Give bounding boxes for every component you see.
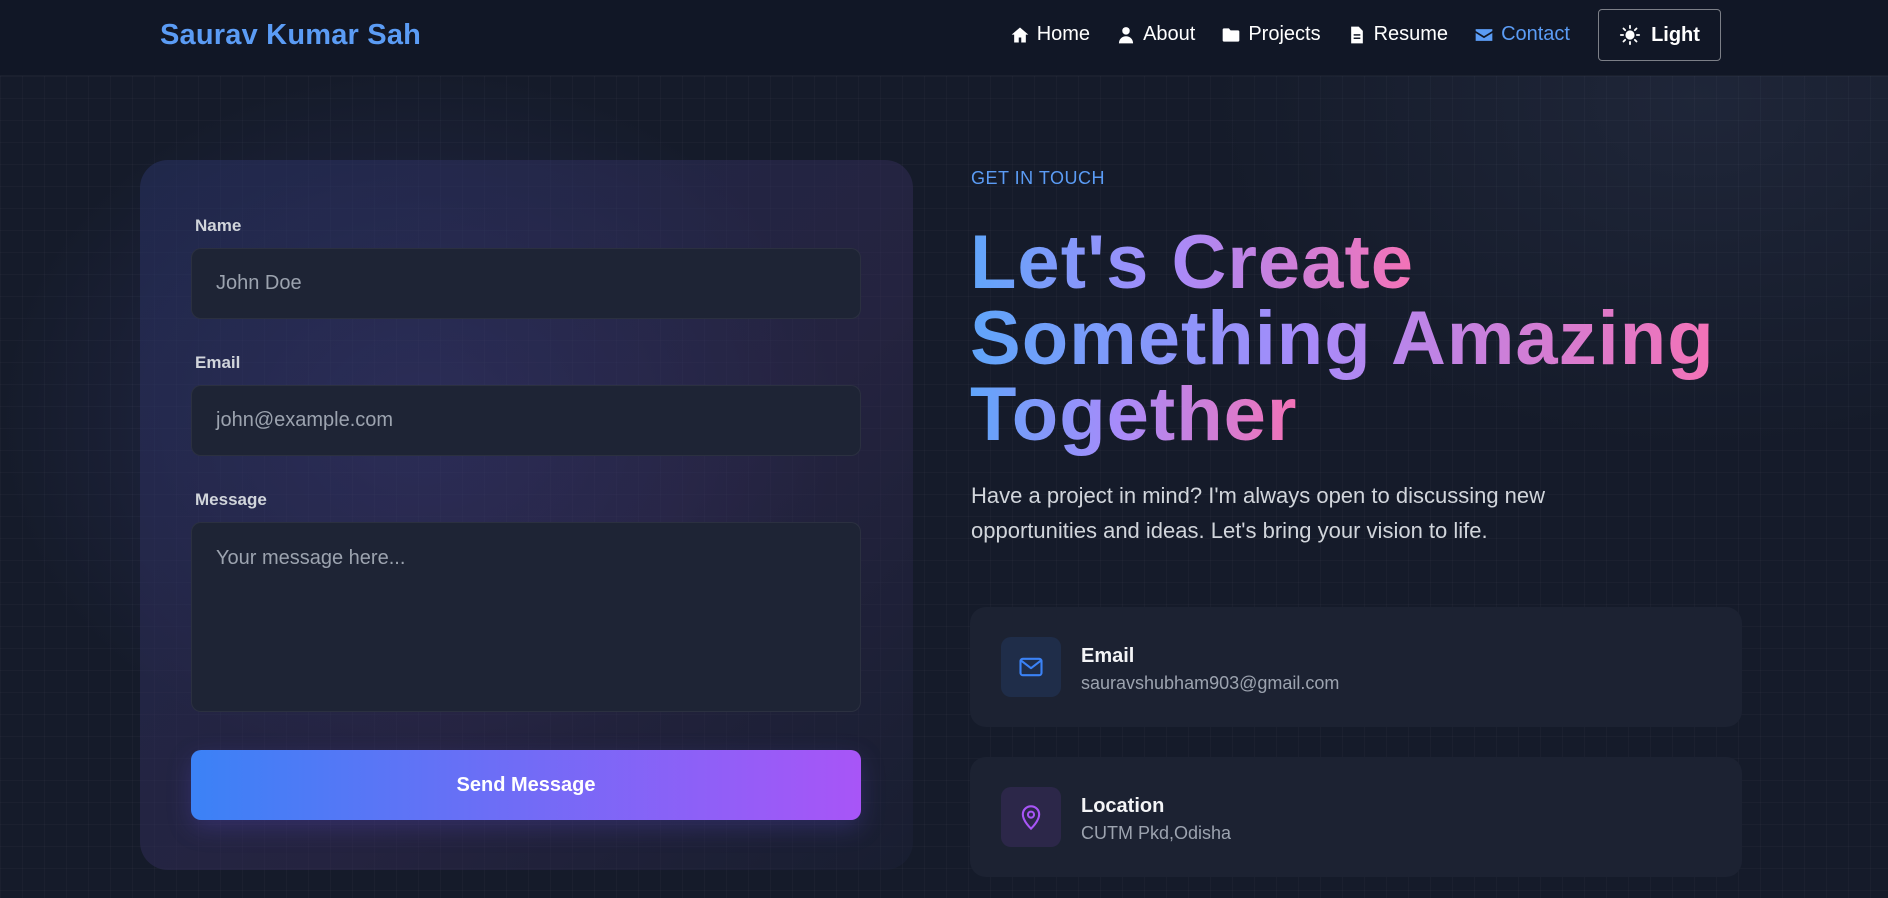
headline-line-2: Something Amazing <box>970 296 1715 381</box>
brand-logo[interactable]: Saurav Kumar Sah <box>160 19 421 52</box>
nav-item-label: Home <box>1036 23 1091 45</box>
theme-toggle-label: Light <box>1651 23 1700 46</box>
folder-icon <box>1222 27 1240 42</box>
nav-item-projects[interactable]: Projects <box>1221 23 1321 46</box>
message-placeholder: Your message here... <box>216 547 406 569</box>
document-icon <box>1350 26 1363 43</box>
email-icon-badge <box>1001 637 1061 697</box>
headline-line-1: Let's Create <box>970 220 1415 305</box>
eyebrow-label: GET IN TOUCH <box>971 168 1106 188</box>
hero-headline: Let's Create Something Amazing Together <box>970 225 1750 453</box>
contact-card-email: Email sauravshubham903@gmail.com <box>970 607 1742 727</box>
name-input[interactable]: John Doe <box>191 248 861 319</box>
sun-icon <box>1619 24 1641 46</box>
contact-card-title: Email <box>1081 645 1135 667</box>
envelope-icon <box>1475 28 1493 41</box>
nav-item-home[interactable]: Home <box>1010 23 1090 46</box>
name-placeholder: John Doe <box>216 272 302 294</box>
home-icon <box>1011 27 1029 42</box>
user-icon <box>1118 26 1134 43</box>
map-pin-icon <box>1021 805 1041 831</box>
nav-item-label: Contact <box>1501 23 1570 45</box>
nav-item-resume[interactable]: Resume <box>1347 23 1448 46</box>
nav-item-label: Projects <box>1248 23 1321 45</box>
send-message-button[interactable]: Send Message <box>191 750 861 820</box>
contact-card-value[interactable]: sauravshubham903@gmail.com <box>1081 673 1339 694</box>
headline-line-3: Together <box>970 372 1298 457</box>
nav-item-label: About <box>1143 23 1196 45</box>
nav-item-about[interactable]: About <box>1116 23 1195 46</box>
theme-toggle-button[interactable]: Light <box>1598 9 1721 61</box>
navbar: Saurav Kumar Sah Home About Projects Res… <box>0 0 1888 76</box>
name-label: Name <box>195 216 242 235</box>
contact-card-title: Location <box>1081 795 1165 817</box>
email-placeholder: john@example.com <box>216 409 394 431</box>
nav-item-contact[interactable]: Contact <box>1474 23 1570 46</box>
intro-text: Have a project in mind? I'm always open … <box>971 483 1546 543</box>
location-icon-badge <box>1001 787 1061 847</box>
message-textarea[interactable]: Your message here... <box>191 522 861 712</box>
nav-item-label: Resume <box>1373 23 1449 45</box>
contact-card-location: Location CUTM Pkd,Odisha <box>970 757 1742 877</box>
message-label: Message <box>195 490 267 509</box>
contact-card-value: CUTM Pkd,Odisha <box>1081 823 1232 843</box>
email-label: Email <box>195 353 241 372</box>
mail-icon <box>1019 657 1043 677</box>
email-input[interactable]: john@example.com <box>191 385 861 456</box>
nav-links: Home About Projects Resume Contact <box>1010 23 1570 46</box>
